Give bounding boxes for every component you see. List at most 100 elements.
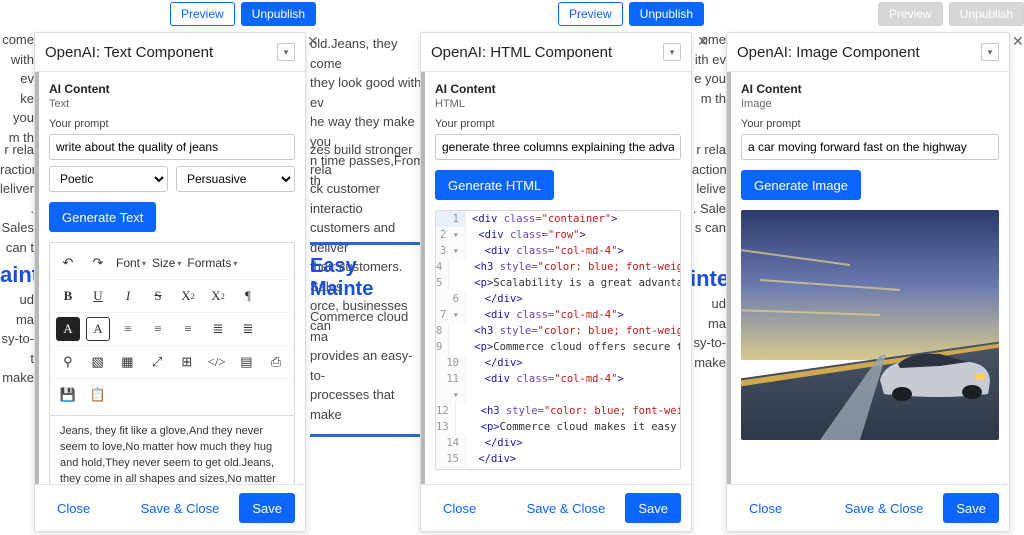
rte-toolbar: ↶ ↷ Font▾ Size▾ Formats▾ B U I S X2 X2 ¶…: [49, 242, 295, 416]
panel-title: OpenAI: Image Component: [737, 44, 920, 61]
code-line[interactable]: 11 ▾ <div class="col-md-4">: [436, 371, 680, 403]
align-center-icon[interactable]: ≡: [146, 317, 170, 341]
section-label: AI Content: [435, 82, 681, 96]
stage: Preview Unpublish Preview Unpublish Prev…: [0, 0, 1024, 535]
bg-text: r relaractionleliver. Salescan t: [0, 140, 34, 257]
number-list-icon[interactable]: ≣: [236, 317, 260, 341]
generate-text-button[interactable]: Generate Text: [49, 202, 156, 232]
image-icon[interactable]: ▧: [86, 350, 110, 374]
generate-html-button[interactable]: Generate HTML: [435, 170, 554, 200]
close-button[interactable]: Close: [737, 493, 794, 523]
code-line[interactable]: 10 </div>: [436, 355, 680, 371]
expand-icon[interactable]: ⤢: [145, 350, 169, 374]
save-close-button[interactable]: Save & Close: [833, 493, 936, 523]
top-buttons-3: Preview Unpublish: [878, 2, 1024, 26]
subscript-icon[interactable]: X2: [176, 284, 200, 308]
prompt-input[interactable]: [741, 134, 999, 160]
textcolor-icon[interactable]: A: [56, 317, 80, 341]
code-line[interactable]: 16</div>: [436, 467, 680, 470]
bg-headline: inte: [690, 262, 729, 295]
code-line[interactable]: 6 </div>: [436, 291, 680, 307]
superscript-icon[interactable]: X2: [206, 284, 230, 308]
panel-title: OpenAI: HTML Component: [431, 44, 612, 61]
bg-text: r relaactionlelive. Sales can: [692, 140, 726, 238]
table-icon[interactable]: ▤: [235, 350, 259, 374]
save-close-button[interactable]: Save & Close: [129, 493, 232, 523]
preview-button[interactable]: Preview: [170, 2, 235, 26]
prompt-label: Your prompt: [741, 118, 999, 130]
formats-dropdown[interactable]: Formats▾: [187, 251, 237, 275]
underline-icon[interactable]: U: [86, 284, 110, 308]
code-line[interactable]: 13 <p>Commerce cloud makes it easy to ma…: [436, 419, 680, 435]
preview-button-disabled: Preview: [878, 2, 943, 26]
bg-box: Easy Mainte Commerce cloud ma provides a…: [310, 242, 420, 437]
bgcolor-icon[interactable]: A: [86, 317, 110, 341]
collapse-caret[interactable]: ▾: [663, 43, 681, 61]
preview-button[interactable]: Preview: [558, 2, 623, 26]
align-left-icon[interactable]: ≡: [116, 317, 140, 341]
bg-headline: Easy Mainte: [310, 255, 420, 301]
clipboard-icon[interactable]: 📋: [86, 383, 110, 407]
section-label: AI Content: [741, 82, 999, 96]
section-label: AI Content: [49, 82, 295, 96]
code-editor[interactable]: 1<div class="container">2 ▾ <div class="…: [435, 210, 681, 470]
media-icon[interactable]: ▦: [116, 350, 140, 374]
code-line[interactable]: 14 </div>: [436, 435, 680, 451]
code-line[interactable]: 9 <p>Commerce cloud offers secure transa: [436, 339, 680, 355]
close-icon[interactable]: ✕: [307, 34, 319, 48]
panel-html-component: OpenAI: HTML Component ▾ AI Content HTML…: [420, 32, 692, 532]
panel-footer: Close Save & Close Save: [727, 484, 1009, 531]
print-icon[interactable]: ⎙: [264, 350, 288, 374]
font-dropdown[interactable]: Font▾: [116, 251, 146, 275]
unpublish-button[interactable]: Unpublish: [629, 2, 704, 26]
code-line[interactable]: 1<div class="container">: [436, 211, 680, 227]
save-button[interactable]: Save: [943, 493, 999, 523]
type-label: Image: [741, 98, 999, 110]
size-dropdown[interactable]: Size▾: [152, 251, 181, 275]
strike-icon[interactable]: S: [146, 284, 170, 308]
undo-icon[interactable]: ↶: [56, 251, 80, 275]
save-close-button[interactable]: Save & Close: [515, 493, 618, 523]
align-right-icon[interactable]: ≡: [176, 317, 200, 341]
save-button[interactable]: Save: [239, 493, 295, 523]
style-select[interactable]: Persuasive: [176, 166, 295, 192]
save-button[interactable]: Save: [625, 493, 681, 523]
code-line[interactable]: 8 <h3 style="color: blue; font-weight: b: [436, 323, 680, 339]
code-line[interactable]: 2 ▾ <div class="row">: [436, 227, 680, 243]
code-line[interactable]: 3 ▾ <div class="col-md-4">: [436, 243, 680, 259]
bg-text: Commerce cloud ma provides an easy-to- p…: [310, 307, 420, 424]
code-line[interactable]: 4 <h3 style="color: blue; font-weight: b: [436, 259, 680, 275]
code-icon[interactable]: </>: [205, 350, 229, 374]
panel-header: OpenAI: Text Component ▾: [35, 33, 305, 72]
italic-icon[interactable]: I: [116, 284, 140, 308]
save-icon[interactable]: 💾: [56, 383, 80, 407]
style-row: Poetic Persuasive: [49, 166, 295, 192]
code-line[interactable]: 15 </div>: [436, 451, 680, 467]
collapse-caret[interactable]: ▾: [277, 43, 295, 61]
tone-select[interactable]: Poetic: [49, 166, 168, 192]
panel-body: AI Content Text Your prompt Poetic Persu…: [35, 72, 305, 484]
unpublish-button[interactable]: Unpublish: [241, 2, 316, 26]
close-icon[interactable]: ✕: [697, 34, 709, 48]
code-line[interactable]: 12 <h3 style="color: blue; font-weight: …: [436, 403, 680, 419]
generate-image-button[interactable]: Generate Image: [741, 170, 861, 200]
prompt-input[interactable]: [435, 134, 681, 160]
bold-icon[interactable]: B: [56, 284, 80, 308]
code-line[interactable]: 7 ▾ <div class="col-md-4">: [436, 307, 680, 323]
close-button[interactable]: Close: [431, 493, 488, 523]
code-line[interactable]: 5 <p>Scalability is a great advantage of: [436, 275, 680, 291]
rte-output[interactable]: Jeans, they fit like a glove,And they ne…: [49, 416, 295, 484]
link-icon[interactable]: ⚲: [56, 350, 80, 374]
panel-footer: Close Save & Close Save: [35, 484, 305, 531]
bullet-list-icon[interactable]: ≣: [206, 317, 230, 341]
panel-header: OpenAI: HTML Component ▾: [421, 33, 691, 72]
paragraph-icon[interactable]: ¶: [236, 284, 260, 308]
panel-footer: Close Save & Close Save: [421, 484, 691, 531]
close-button[interactable]: Close: [45, 493, 102, 523]
prompt-label: Your prompt: [435, 118, 681, 130]
prompt-input[interactable]: [49, 134, 295, 160]
insert-icon[interactable]: ⊞: [175, 350, 199, 374]
collapse-caret[interactable]: ▾: [981, 43, 999, 61]
close-icon[interactable]: ✕: [1012, 34, 1024, 48]
redo-icon[interactable]: ↷: [86, 251, 110, 275]
